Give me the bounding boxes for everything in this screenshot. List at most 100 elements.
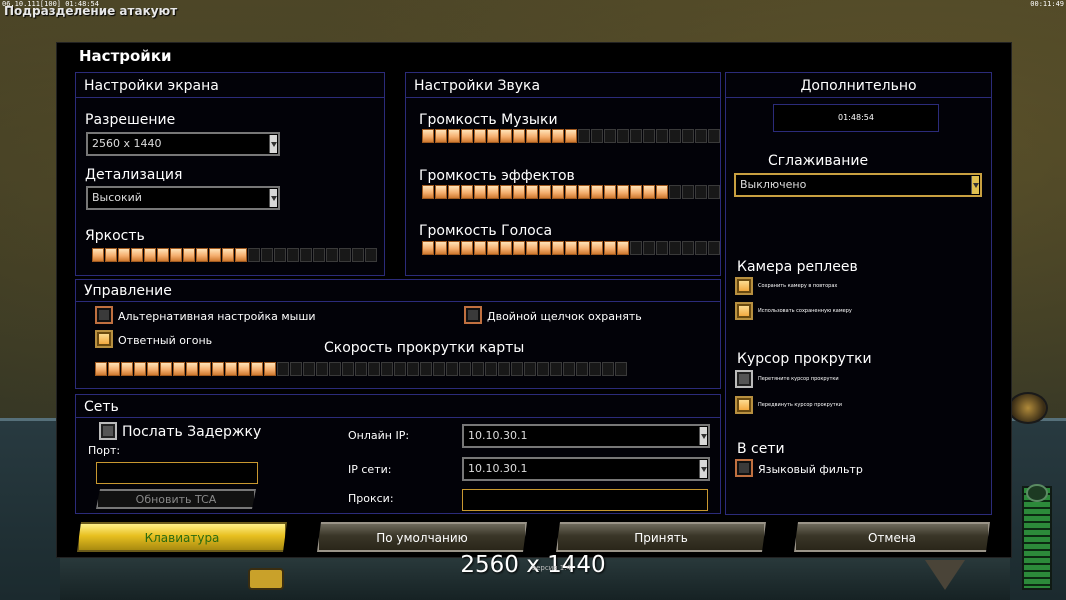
scroll-speed-segment[interactable]: [95, 362, 107, 376]
voice-volume-segment[interactable]: [474, 241, 486, 255]
scroll-speed-segment[interactable]: [199, 362, 211, 376]
brightness-segment[interactable]: [235, 248, 247, 262]
brightness-segment[interactable]: [196, 248, 208, 262]
scroll-speed-segment[interactable]: [550, 362, 562, 376]
voice-volume-segment[interactable]: [435, 241, 447, 255]
scroll-speed-segment[interactable]: [407, 362, 419, 376]
effects-volume-segment[interactable]: [448, 185, 460, 199]
scroll-speed-segment[interactable]: [264, 362, 276, 376]
scroll-speed-segment[interactable]: [160, 362, 172, 376]
scroll-speed-segment[interactable]: [472, 362, 484, 376]
scroll-speed-segment[interactable]: [134, 362, 146, 376]
brightness-segment[interactable]: [248, 248, 260, 262]
brightness-segment[interactable]: [209, 248, 221, 262]
online-ip-dropdown[interactable]: 10.10.30.1: [462, 424, 710, 448]
scroll-speed-segment[interactable]: [615, 362, 627, 376]
music-volume-segment[interactable]: [591, 129, 603, 143]
scroll-speed-segment[interactable]: [485, 362, 497, 376]
effects-volume-segment[interactable]: [552, 185, 564, 199]
scroll-speed-segment[interactable]: [498, 362, 510, 376]
effects-volume-segment[interactable]: [578, 185, 590, 199]
brightness-segment[interactable]: [118, 248, 130, 262]
brightness-segment[interactable]: [274, 248, 286, 262]
music-volume-segment[interactable]: [539, 129, 551, 143]
return-fire-checkbox[interactable]: [95, 330, 113, 348]
music-volume-segment[interactable]: [422, 129, 434, 143]
scroll-speed-segment[interactable]: [420, 362, 432, 376]
scroll-speed-segment[interactable]: [511, 362, 523, 376]
scroll-speed-segment[interactable]: [355, 362, 367, 376]
effects-volume-segment[interactable]: [669, 185, 681, 199]
effects-volume-segment[interactable]: [487, 185, 499, 199]
music-volume-segment[interactable]: [565, 129, 577, 143]
effects-volume-segment[interactable]: [435, 185, 447, 199]
voice-volume-segment[interactable]: [552, 241, 564, 255]
brightness-segment[interactable]: [313, 248, 325, 262]
chevron-down-icon[interactable]: [269, 189, 277, 207]
music-volume-segment[interactable]: [552, 129, 564, 143]
brightness-segment[interactable]: [326, 248, 338, 262]
voice-volume-segment[interactable]: [461, 241, 473, 255]
music-volume-segment[interactable]: [500, 129, 512, 143]
music-volume-segment[interactable]: [448, 129, 460, 143]
scroll-speed-segment[interactable]: [576, 362, 588, 376]
brightness-segment[interactable]: [157, 248, 169, 262]
scroll-speed-segment[interactable]: [212, 362, 224, 376]
voice-volume-segment[interactable]: [513, 241, 525, 255]
brightness-segment[interactable]: [183, 248, 195, 262]
voice-volume-segment[interactable]: [500, 241, 512, 255]
effects-volume-segment[interactable]: [474, 185, 486, 199]
chevron-down-icon[interactable]: [971, 176, 979, 194]
brightness-segment[interactable]: [339, 248, 351, 262]
brightness-segment[interactable]: [300, 248, 312, 262]
music-volume-slider[interactable]: [422, 129, 720, 143]
language-filter-checkbox[interactable]: [735, 459, 753, 477]
double-click-guard-checkbox[interactable]: [464, 306, 482, 324]
effects-volume-segment[interactable]: [526, 185, 538, 199]
brightness-segment[interactable]: [352, 248, 364, 262]
voice-volume-segment[interactable]: [487, 241, 499, 255]
scroll-speed-segment[interactable]: [316, 362, 328, 376]
brightness-slider[interactable]: [92, 248, 377, 262]
scroll-speed-segment[interactable]: [459, 362, 471, 376]
brightness-segment[interactable]: [92, 248, 104, 262]
scroll-speed-segment[interactable]: [589, 362, 601, 376]
music-volume-segment[interactable]: [656, 129, 668, 143]
scroll-speed-segment[interactable]: [394, 362, 406, 376]
voice-volume-segment[interactable]: [669, 241, 681, 255]
scroll-speed-segment[interactable]: [433, 362, 445, 376]
effects-volume-segment[interactable]: [682, 185, 694, 199]
scroll-speed-segment[interactable]: [329, 362, 341, 376]
effects-volume-slider[interactable]: [422, 185, 720, 199]
scroll-speed-segment[interactable]: [303, 362, 315, 376]
music-volume-segment[interactable]: [474, 129, 486, 143]
voice-volume-segment[interactable]: [695, 241, 707, 255]
brightness-segment[interactable]: [287, 248, 299, 262]
scroll-speed-segment[interactable]: [251, 362, 263, 376]
chevron-down-icon[interactable]: [699, 427, 707, 445]
scroll-speed-segment[interactable]: [108, 362, 120, 376]
music-volume-segment[interactable]: [669, 129, 681, 143]
effects-volume-segment[interactable]: [591, 185, 603, 199]
effects-volume-segment[interactable]: [643, 185, 655, 199]
scroll-speed-segment[interactable]: [290, 362, 302, 376]
brightness-segment[interactable]: [365, 248, 377, 262]
music-volume-segment[interactable]: [578, 129, 590, 143]
scroll-speed-segment[interactable]: [186, 362, 198, 376]
scroll-speed-segment[interactable]: [563, 362, 575, 376]
scroll-speed-segment[interactable]: [381, 362, 393, 376]
move-scroll-cursor-checkbox[interactable]: [735, 396, 753, 414]
port-input[interactable]: [96, 462, 258, 484]
alt-mouse-checkbox[interactable]: [95, 306, 113, 324]
drag-scroll-cursor-checkbox[interactable]: [735, 370, 753, 388]
music-volume-segment[interactable]: [435, 129, 447, 143]
music-volume-segment[interactable]: [526, 129, 538, 143]
voice-volume-segment[interactable]: [591, 241, 603, 255]
scroll-speed-segment[interactable]: [446, 362, 458, 376]
brightness-segment[interactable]: [131, 248, 143, 262]
brightness-segment[interactable]: [261, 248, 273, 262]
effects-volume-segment[interactable]: [539, 185, 551, 199]
scroll-speed-segment[interactable]: [602, 362, 614, 376]
scroll-speed-segment[interactable]: [147, 362, 159, 376]
music-volume-segment[interactable]: [461, 129, 473, 143]
